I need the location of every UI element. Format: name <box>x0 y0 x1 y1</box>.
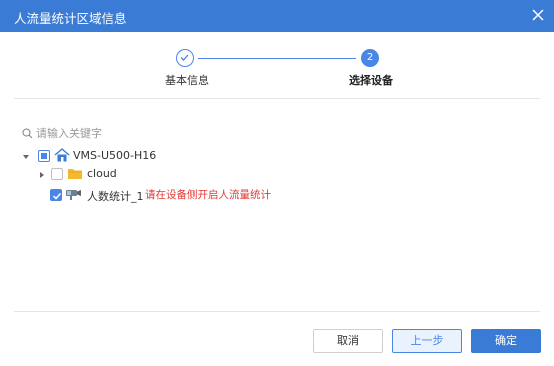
expand-arrow-icon[interactable] <box>22 151 30 159</box>
home-icon <box>54 148 70 162</box>
tree-node-root[interactable]: VMS-U500-H16 <box>22 148 222 164</box>
collapse-arrow-icon[interactable] <box>38 169 46 178</box>
camera-icon <box>65 188 81 202</box>
dialog-title: 人流量统计区域信息 <box>14 11 127 26</box>
step-2-label: 选择设备 <box>349 74 393 87</box>
tree-checkbox-root[interactable] <box>38 150 50 162</box>
check-icon <box>180 54 189 61</box>
tree-checkbox-camera[interactable] <box>50 189 62 201</box>
tree-node-label: 人数统计_1 <box>87 190 144 203</box>
step-indicator: 2 基本信息 选择设备 <box>0 32 554 98</box>
previous-step-button[interactable]: 上一步 <box>392 329 462 353</box>
step-1-label: 基本信息 <box>165 74 209 87</box>
tree-checkbox-cloud[interactable] <box>51 168 63 180</box>
search-box <box>20 124 320 142</box>
search-icon <box>22 128 33 139</box>
confirm-button[interactable]: 确定 <box>471 329 541 353</box>
step-1-done <box>176 49 194 67</box>
dialog-titlebar: 人流量统计区域信息 <box>0 0 554 32</box>
tree-node-cloud[interactable]: cloud <box>38 166 158 182</box>
close-icon[interactable] <box>530 7 546 23</box>
folder-icon <box>67 167 83 181</box>
cancel-button[interactable]: 取消 <box>313 329 383 353</box>
warning-hint: 请在设备侧开启人流量统计 <box>145 189 271 201</box>
device-panel: VMS-U500-H16 cloud 人数统计_1 请在设备侧开启人流量统计 <box>14 120 540 312</box>
tree-node-label: cloud <box>87 167 117 180</box>
search-input[interactable] <box>36 125 316 141</box>
step-2-active: 2 <box>361 49 379 67</box>
divider <box>14 98 540 99</box>
tree-node-label: VMS-U500-H16 <box>73 149 157 162</box>
step-connector <box>198 58 356 59</box>
